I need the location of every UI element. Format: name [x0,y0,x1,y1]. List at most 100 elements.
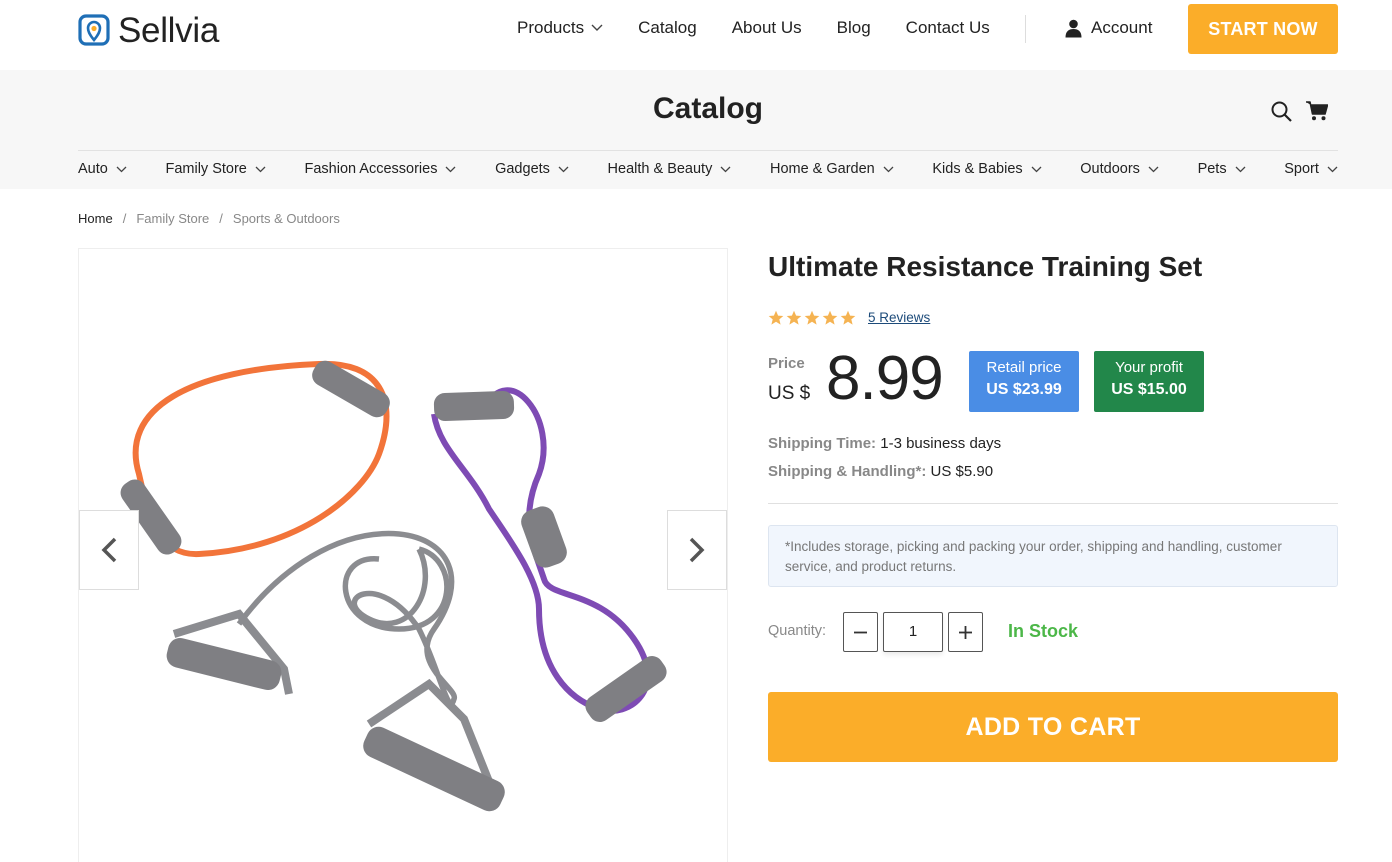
nav-about-us[interactable]: About Us [732,18,802,38]
chevron-down-icon [255,166,266,172]
price-currency: US $ [768,383,811,404]
shipping-handling: Shipping & Handling*: US $5.90 [768,463,993,480]
category-label: Pets [1197,161,1227,177]
category-sport[interactable]: Sport [1284,161,1338,177]
shipping-handling-label: Shipping & Handling*: [768,463,927,480]
chevron-left-icon [101,537,117,563]
shipping-time-label: Shipping Time: [768,435,877,452]
breadcrumb-family-store[interactable]: Family Store [136,211,209,226]
chevron-down-icon [591,24,603,31]
quantity-decrease-button[interactable] [843,612,878,652]
price-value: 8.99 [826,344,944,413]
breadcrumb-home[interactable]: Home [78,211,113,226]
chevron-down-icon [558,166,569,172]
category-label: Family Store [165,161,247,177]
breadcrumb: Home / Family Store / Sports & Outdoors [78,211,340,226]
category-nav: Auto Family Store Fashion Accessories Ga… [78,161,1338,177]
nav-label: Contact Us [905,18,990,37]
category-label: Kids & Babies [932,161,1023,177]
minus-icon [854,631,867,633]
nav-divider [1025,15,1026,43]
nav-label: Catalog [638,18,697,37]
quantity-increase-button[interactable] [948,612,983,652]
cart-icon[interactable] [1306,101,1328,121]
gallery-next-button[interactable] [667,510,727,590]
product-title: Ultimate Resistance Training Set [768,251,1203,282]
profit-label: Your profit [1115,359,1183,376]
category-health-beauty[interactable]: Health & Beauty [608,161,732,177]
chevron-down-icon [1327,166,1338,172]
stock-status: In Stock [1008,621,1079,641]
chevron-down-icon [883,166,894,172]
nav-catalog[interactable]: Catalog [638,18,697,38]
category-label: Auto [78,161,108,177]
nav-label: Products [517,18,585,37]
breadcrumb-separator: / [219,211,223,226]
breadcrumb-separator: / [122,211,127,226]
main-nav: Products Catalog About Us Blog Contact U… [517,18,1025,38]
shipping-time-value: 1-3 business days [880,435,1002,452]
chevron-right-icon [689,537,705,563]
quantity-label: Quantity: [768,623,827,639]
nav-blog[interactable]: Blog [837,18,871,38]
chevron-down-icon [116,166,127,172]
shipping-time: Shipping Time: 1-3 business days [768,435,1001,452]
logo-pin-icon [78,14,110,46]
category-label: Sport [1284,161,1319,177]
category-kids-babies[interactable]: Kids & Babies [932,161,1042,177]
category-fashion-accessories[interactable]: Fashion Accessories [304,161,456,177]
gallery-prev-button[interactable] [79,510,139,590]
category-label: Health & Beauty [607,161,713,177]
add-to-cart-button[interactable]: ADD TO CART [768,692,1338,762]
category-auto[interactable]: Auto [78,161,127,177]
shipping-note: *Includes storage, picking and packing y… [768,525,1338,587]
retail-price-value: US $23.99 [986,381,1062,398]
category-pets[interactable]: Pets [1198,161,1246,177]
retail-price-label: Retail price [986,359,1062,376]
nav-contact-us[interactable]: Contact Us [906,18,990,38]
start-now-button[interactable]: START NOW [1188,4,1338,54]
plus-icon [959,625,972,639]
star-icon [840,310,856,325]
search-icon[interactable] [1271,101,1292,122]
catalog-divider [78,150,1338,151]
star-icon [822,310,838,325]
star-icon [804,310,820,325]
product-gallery [78,248,728,862]
profit-value: US $15.00 [1111,381,1187,398]
product-image [120,360,667,812]
category-gadgets[interactable]: Gadgets [495,161,569,177]
account-label: Account [1091,18,1153,37]
catalog-title: Catalog [652,92,763,125]
star-icon [786,310,802,325]
breadcrumb-sports-outdoors[interactable]: Sports & Outdoors [233,211,340,226]
reviews-link[interactable]: 5 Reviews [868,310,930,325]
rating-stars [768,310,856,326]
category-home-garden[interactable]: Home & Garden [770,161,894,177]
chevron-down-icon [1031,166,1042,172]
account-link[interactable]: Account [1065,18,1152,38]
user-icon [1065,19,1082,37]
logo[interactable]: Sellvia [78,11,219,51]
category-label: Gadgets [495,161,550,177]
profit-badge: Your profit US $15.00 [1094,351,1204,412]
chevron-down-icon [446,166,456,172]
category-label: Outdoors [1080,161,1140,177]
chevron-down-icon [1148,166,1159,172]
retail-price-badge: Retail price US $23.99 [969,351,1079,412]
chevron-down-icon [1235,166,1246,172]
category-label: Fashion Accessories [304,161,438,177]
nav-products[interactable]: Products [517,18,603,38]
brand-name: Sellvia [118,11,220,50]
catalog-bar: Catalog Auto Family Store Fashion Access… [0,70,1392,189]
top-header: Sellvia Products Catalog About Us Blog C… [0,0,1392,70]
chevron-down-icon [720,166,731,172]
divider [768,503,1338,504]
category-label: Home & Garden [769,161,875,177]
category-outdoors[interactable]: Outdoors [1080,161,1159,177]
star-icon [768,310,784,325]
price-label: Price [768,355,805,372]
category-family-store[interactable]: Family Store [165,161,266,177]
nav-label: Blog [836,18,871,37]
quantity-input[interactable]: 1 [883,612,943,652]
